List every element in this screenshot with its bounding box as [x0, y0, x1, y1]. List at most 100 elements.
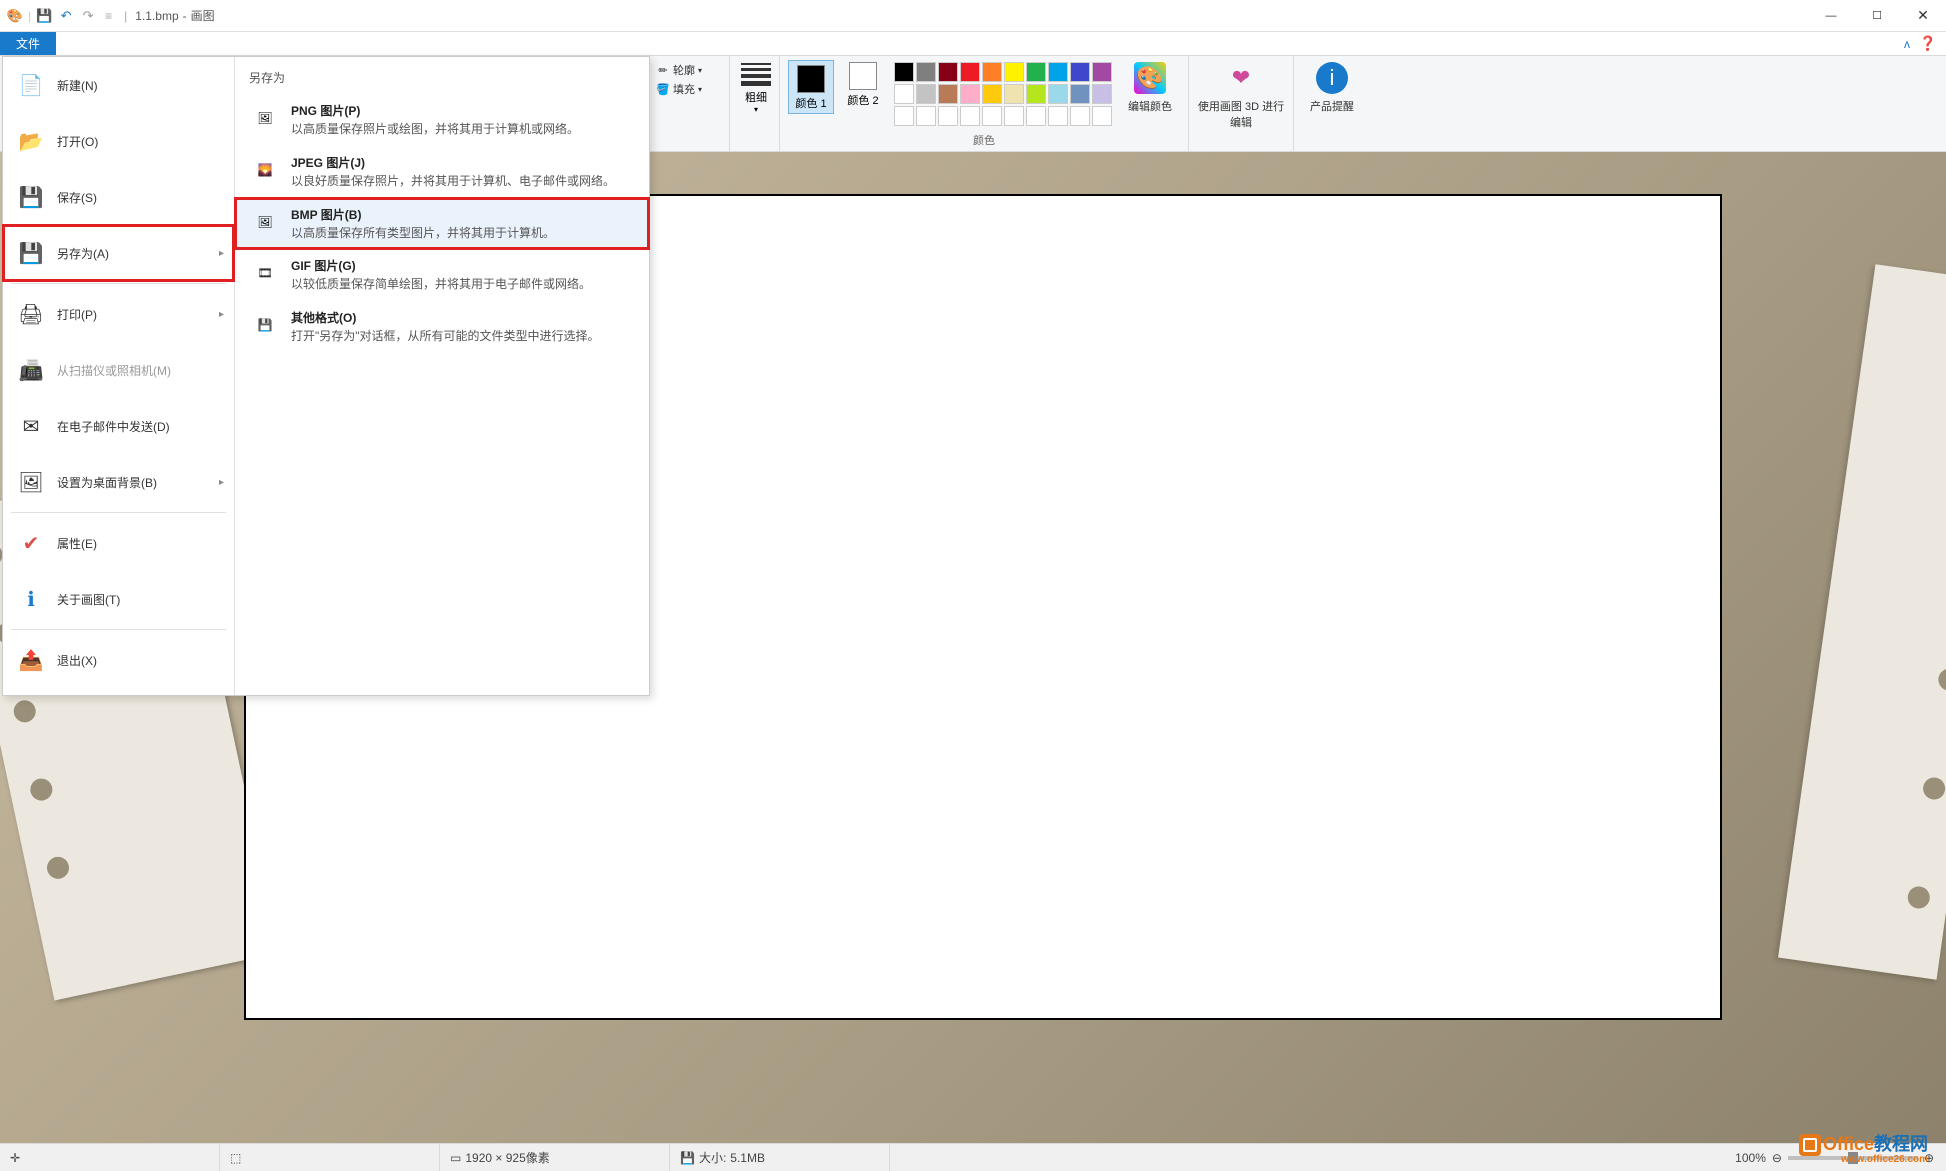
- menu-exit[interactable]: 📤退出(X): [3, 632, 234, 688]
- title-bar: 🎨 | 💾 ↶ ↷ ≡ | 1.1.bmp - 画图 — ☐ ✕: [0, 0, 1946, 32]
- other-format-icon: 💾: [249, 309, 281, 341]
- zoom-value: 100%: [1735, 1151, 1766, 1165]
- palette-swatch[interactable]: [960, 106, 980, 126]
- color2-button[interactable]: 颜色 2: [840, 60, 886, 108]
- palette-swatch[interactable]: [1026, 84, 1046, 104]
- palette-swatch[interactable]: [1092, 106, 1112, 126]
- status-dimensions: ▭1920 × 925像素: [440, 1144, 670, 1171]
- qa-dropdown-icon[interactable]: ≡: [105, 9, 112, 23]
- bucket-icon: 🪣: [656, 82, 670, 96]
- info-icon: i: [1316, 62, 1348, 94]
- crosshair-icon: ✛: [10, 1151, 20, 1165]
- saveas-gif[interactable]: 🎞 GIF 图片(G)以较低质量保存简单绘图，并将其用于电子邮件或网络。: [235, 249, 649, 301]
- alerts-button[interactable]: i 产品提醒: [1302, 60, 1362, 114]
- title-sep: |: [124, 9, 127, 23]
- palette-swatch[interactable]: [894, 106, 914, 126]
- chevron-right-icon: ▸: [219, 477, 224, 488]
- palette-swatch[interactable]: [1048, 62, 1068, 82]
- zoom-out-button[interactable]: ⊖: [1772, 1151, 1782, 1165]
- undo-icon[interactable]: ↶: [57, 7, 75, 25]
- saveas-other[interactable]: 💾 其他格式(O)打开"另存为"对话框，从所有可能的文件类型中进行选择。: [235, 301, 649, 353]
- menu-save[interactable]: 💾保存(S): [3, 169, 234, 225]
- palette-swatch[interactable]: [1004, 62, 1024, 82]
- redo-icon[interactable]: ↷: [79, 7, 97, 25]
- palette-swatch[interactable]: [960, 84, 980, 104]
- palette-swatch[interactable]: [982, 62, 1002, 82]
- thickness-button[interactable]: 粗细 ▾: [738, 60, 774, 114]
- chevron-right-icon: ▸: [219, 309, 224, 320]
- palette-swatch[interactable]: [1048, 106, 1068, 126]
- palette-swatch[interactable]: [1026, 62, 1046, 82]
- status-bar: ✛ ⬚ ▭1920 × 925像素 💾大小: 5.1MB 100% ⊖ ⊕: [0, 1143, 1946, 1171]
- palette-swatch[interactable]: [1004, 106, 1024, 126]
- menu-email[interactable]: ✉在电子邮件中发送(D): [3, 398, 234, 454]
- status-cursor: ✛: [0, 1144, 220, 1171]
- save-icon[interactable]: 💾: [35, 7, 53, 25]
- palette-swatch[interactable]: [1092, 84, 1112, 104]
- outline-dropdown[interactable]: ✏轮廓 ▾: [656, 62, 721, 78]
- color-palette[interactable]: [892, 60, 1114, 128]
- paint3d-button[interactable]: ❤ 使用画图 3D 进行编辑: [1197, 60, 1285, 130]
- palette-swatch[interactable]: [894, 62, 914, 82]
- palette-swatch[interactable]: [1070, 106, 1090, 126]
- collapse-ribbon-icon[interactable]: ʌ: [1898, 32, 1916, 55]
- status-selection: ⬚: [220, 1144, 440, 1171]
- minimize-button[interactable]: —: [1808, 0, 1854, 32]
- file-menu: 📄新建(N) 📂打开(O) 💾保存(S) 💾另存为(A)▸ 🖨打印(P)▸ 📠从…: [2, 56, 650, 696]
- close-button[interactable]: ✕: [1900, 0, 1946, 32]
- saveas-jpeg[interactable]: 🌄 JPEG 图片(J)以良好质量保存照片，并将其用于计算机、电子邮件或网络。: [235, 146, 649, 198]
- chevron-down-icon: ▾: [738, 105, 774, 114]
- selection-icon: ⬚: [230, 1151, 241, 1165]
- palette-swatch[interactable]: [1070, 62, 1090, 82]
- palette-swatch[interactable]: [938, 106, 958, 126]
- chevron-right-icon: ▸: [219, 248, 224, 259]
- palette-swatch[interactable]: [894, 84, 914, 104]
- palette-swatch[interactable]: [982, 106, 1002, 126]
- saveas-bmp[interactable]: 🖼 BMP 图片(B)以高质量保存所有类型图片，并将其用于计算机。: [235, 198, 649, 250]
- menu-saveas[interactable]: 💾另存为(A)▸: [3, 225, 234, 281]
- email-icon: ✉: [15, 410, 47, 442]
- palette-swatch[interactable]: [938, 62, 958, 82]
- maximize-button[interactable]: ☐: [1854, 0, 1900, 32]
- color1-button[interactable]: 颜色 1: [788, 60, 834, 114]
- palette-swatch[interactable]: [916, 84, 936, 104]
- menu-new[interactable]: 📄新建(N): [3, 57, 234, 113]
- watermark-icon: [1799, 1134, 1821, 1156]
- saveas-png[interactable]: 🖼 PNG 图片(P)以高质量保存照片或绘图，并将其用于计算机或网络。: [235, 94, 649, 146]
- palette-swatch[interactable]: [1004, 84, 1024, 104]
- menu-about[interactable]: ℹ关于画图(T): [3, 571, 234, 627]
- palette-swatch[interactable]: [1092, 62, 1112, 82]
- app-icon: 🎨: [6, 7, 24, 25]
- palette-swatch[interactable]: [1070, 84, 1090, 104]
- palette-swatch[interactable]: [916, 106, 936, 126]
- menu-desktop[interactable]: 🖼设置为桌面背景(B)▸: [3, 454, 234, 510]
- palette-swatch[interactable]: [916, 62, 936, 82]
- palette-swatch[interactable]: [960, 62, 980, 82]
- window-title-app: 画图: [191, 7, 215, 24]
- heart-icon: ❤: [1225, 62, 1257, 94]
- palette-swatch[interactable]: [982, 84, 1002, 104]
- bmp-icon: 🖼: [249, 206, 281, 238]
- dimensions-icon: ▭: [450, 1151, 461, 1165]
- palette-swatch[interactable]: [1026, 106, 1046, 126]
- quick-access: 🎨 | 💾 ↶ ↷ ≡ | 1.1.bmp - 画图: [0, 7, 221, 25]
- color2-swatch: [849, 62, 877, 90]
- status-filesize: 💾大小: 5.1MB: [670, 1144, 890, 1171]
- exit-icon: 📤: [15, 644, 47, 676]
- qa-separator: |: [28, 9, 31, 23]
- palette-swatch[interactable]: [1048, 84, 1068, 104]
- fill-dropdown[interactable]: 🪣填充 ▾: [656, 81, 721, 97]
- file-tab[interactable]: 文件: [0, 32, 56, 55]
- edit-colors-button[interactable]: 🎨 编辑颜色: [1120, 60, 1180, 114]
- new-icon: 📄: [15, 69, 47, 101]
- open-icon: 📂: [15, 125, 47, 157]
- ribbon-tabs: 文件 ʌ ❓: [0, 32, 1946, 56]
- menu-properties[interactable]: ✔属性(E): [3, 515, 234, 571]
- png-icon: 🖼: [249, 102, 281, 134]
- thickness-group: 粗细 ▾: [730, 56, 780, 152]
- palette-swatch[interactable]: [938, 84, 958, 104]
- menu-open[interactable]: 📂打开(O): [3, 113, 234, 169]
- menu-print[interactable]: 🖨打印(P)▸: [3, 286, 234, 342]
- help-icon[interactable]: ❓: [1916, 32, 1940, 55]
- palette-icon: 🎨: [1134, 62, 1166, 94]
